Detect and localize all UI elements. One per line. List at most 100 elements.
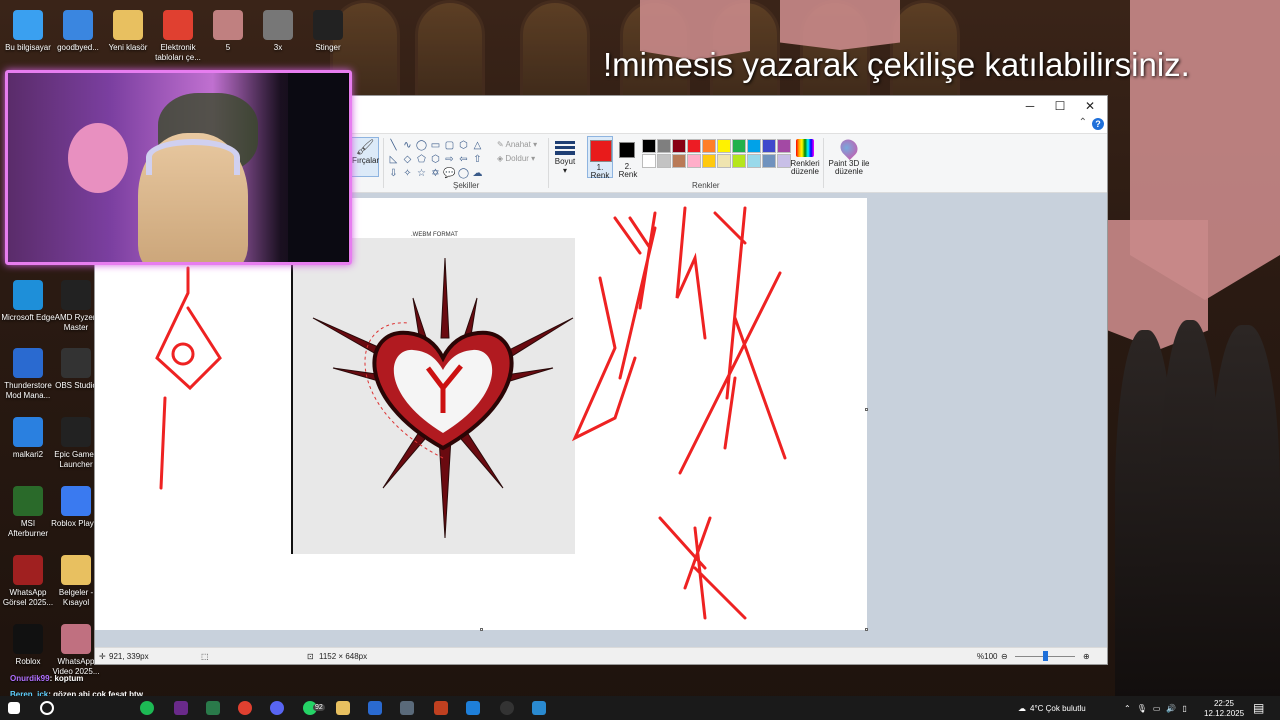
app-icon[interactable] (466, 701, 480, 715)
close-button[interactable]: ✕ (1075, 96, 1105, 116)
chevron-up-icon[interactable]: ⌃ (1124, 704, 1131, 713)
image-icon (213, 10, 243, 40)
color-palette[interactable] (642, 139, 791, 168)
palette-swatch[interactable] (642, 139, 656, 153)
line-shape-icon[interactable]: ╲ (387, 139, 400, 152)
desktop-icon[interactable]: Bu bilgisayar (0, 10, 56, 53)
help-icon[interactable]: ? (1092, 118, 1104, 130)
palette-swatch[interactable] (702, 139, 716, 153)
callout-shape-icon[interactable]: 💬 (443, 167, 456, 180)
curve-shape-icon[interactable]: ∿ (401, 139, 414, 152)
hexagon-shape-icon[interactable]: ⬡ (429, 153, 442, 166)
palette-swatch[interactable] (642, 154, 656, 168)
app-icon[interactable] (434, 701, 448, 715)
clock-time: 22:25 (1213, 699, 1235, 708)
shapes-gallery[interactable]: ╲ ∿ ◯ ▭ ▢ ⬡ △ ◺ ◇ ⬠ ⬡ ⇨ ⇦ ⇧ ⇩ ✧ ☆ ✡ 💬 ◯ … (387, 139, 487, 180)
chat-username: Onurdik99 (10, 674, 50, 683)
paint-icon[interactable] (400, 701, 414, 715)
discord-icon[interactable] (270, 701, 284, 715)
explorer-icon[interactable] (336, 701, 350, 715)
palette-swatch[interactable] (717, 154, 731, 168)
weather-widget[interactable]: ☁ 4°C Çok bulutlu (1018, 696, 1086, 720)
zoom-slider-thumb[interactable] (1043, 651, 1048, 661)
pasted-image[interactable]: .WEBM FORMAT (291, 232, 575, 554)
start-icon[interactable] (8, 702, 20, 714)
palette-swatch[interactable] (672, 154, 686, 168)
app-icon[interactable] (368, 701, 382, 715)
palette-swatch[interactable] (747, 154, 761, 168)
zoom-out-button[interactable]: ⊖ (1001, 652, 1008, 661)
desktop-icon[interactable]: Stinger (300, 10, 356, 53)
app-icon[interactable] (206, 701, 220, 715)
clock[interactable]: 22:25 12.12.2025 (1204, 699, 1244, 719)
app-icon[interactable] (532, 701, 546, 715)
chat-text: : koptum (49, 674, 84, 683)
color2-button[interactable]: 2. Renk (615, 136, 641, 179)
resize-handle[interactable] (865, 408, 868, 411)
palette-swatch[interactable] (687, 154, 701, 168)
rectangle-shape-icon[interactable]: ▭ (429, 139, 442, 152)
notification-icon[interactable]: ▤ (1253, 701, 1264, 715)
paint3d-button[interactable]: Paint 3D ile düzenle (827, 135, 871, 176)
spotify-icon[interactable] (140, 701, 154, 715)
notification-badge: 92 (313, 704, 325, 711)
palette-swatch[interactable] (732, 154, 746, 168)
star6-shape-icon[interactable]: ✡ (429, 167, 442, 180)
palette-swatch[interactable] (762, 154, 776, 168)
oval-callout-shape-icon[interactable]: ◯ (457, 167, 470, 180)
star5-shape-icon[interactable]: ☆ (415, 167, 428, 180)
search-icon[interactable] (40, 701, 54, 715)
cloud-callout-shape-icon[interactable]: ☁ (471, 167, 484, 180)
collapse-ribbon-icon[interactable]: ⌃ (1079, 117, 1087, 128)
palette-swatch[interactable] (747, 139, 761, 153)
rounded-rect-shape-icon[interactable]: ▢ (443, 139, 456, 152)
desktop-icon[interactable]: goodbyed... (50, 10, 106, 53)
zoom-in-button[interactable]: ⊕ (1083, 652, 1090, 661)
palette-swatch[interactable] (732, 139, 746, 153)
palette-swatch[interactable] (702, 154, 716, 168)
microphone-icon[interactable]: 🎙 (1137, 704, 1147, 713)
polygon-shape-icon[interactable]: ⬡ (457, 139, 470, 152)
right-triangle-shape-icon[interactable]: ◺ (387, 153, 400, 166)
arrow-right-shape-icon[interactable]: ⇨ (443, 153, 456, 166)
star4-shape-icon[interactable]: ✧ (401, 167, 414, 180)
desktop-icon[interactable]: Elektronik tabloları çe... (150, 10, 206, 63)
arrow-up-shape-icon[interactable]: ⇧ (471, 153, 484, 166)
edit-colors-button[interactable]: Renkleri düzenle (789, 137, 821, 176)
color1-button[interactable]: 1. Renk (587, 136, 613, 180)
brushes-button[interactable]: 🖌 Fırçalar (351, 137, 379, 177)
hooded-figure (1210, 325, 1280, 700)
image-caption: .WEBM FORMAT (411, 232, 458, 238)
palette-swatch[interactable] (687, 139, 701, 153)
palette-swatch[interactable] (717, 139, 731, 153)
diamond-shape-icon[interactable]: ◇ (401, 153, 414, 166)
battery-icon[interactable]: ▯ (1182, 704, 1186, 713)
outline-button[interactable]: ✎ Anahat ▾ (497, 140, 537, 149)
arrow-down-shape-icon[interactable]: ⇩ (387, 167, 400, 180)
desktop-icon[interactable]: 3x (250, 10, 306, 53)
minimize-button[interactable]: ─ (1015, 96, 1045, 116)
palette-swatch[interactable] (657, 154, 671, 168)
resize-handle[interactable] (480, 628, 483, 631)
fill-button[interactable]: ◈ Doldur ▾ (497, 154, 535, 163)
volume-icon[interactable]: 🔊 (1166, 704, 1176, 713)
triangle-shape-icon[interactable]: △ (471, 139, 484, 152)
obs-icon[interactable] (500, 701, 514, 715)
palette-swatch[interactable] (657, 139, 671, 153)
pentagon-shape-icon[interactable]: ⬠ (415, 153, 428, 166)
palette-swatch[interactable] (762, 139, 776, 153)
palette-swatch[interactable] (672, 139, 686, 153)
resize-handle[interactable] (865, 628, 868, 631)
arrow-left-shape-icon[interactable]: ⇦ (457, 153, 470, 166)
desktop-icon-label: 5 (225, 43, 231, 52)
desktop-icon[interactable]: 5 (200, 10, 256, 53)
folder-icon (61, 555, 91, 585)
app-icon[interactable] (174, 701, 188, 715)
maximize-button[interactable]: ☐ (1045, 96, 1075, 116)
canvas-size-icon: ⊡ (307, 652, 314, 661)
network-icon[interactable]: ▭ (1153, 704, 1161, 713)
chrome-icon[interactable] (238, 701, 252, 715)
desktop-icon[interactable]: Yeni klasör (100, 10, 156, 53)
size-button[interactable]: Boyut ▾ (553, 139, 577, 175)
oval-shape-icon[interactable]: ◯ (415, 139, 428, 152)
